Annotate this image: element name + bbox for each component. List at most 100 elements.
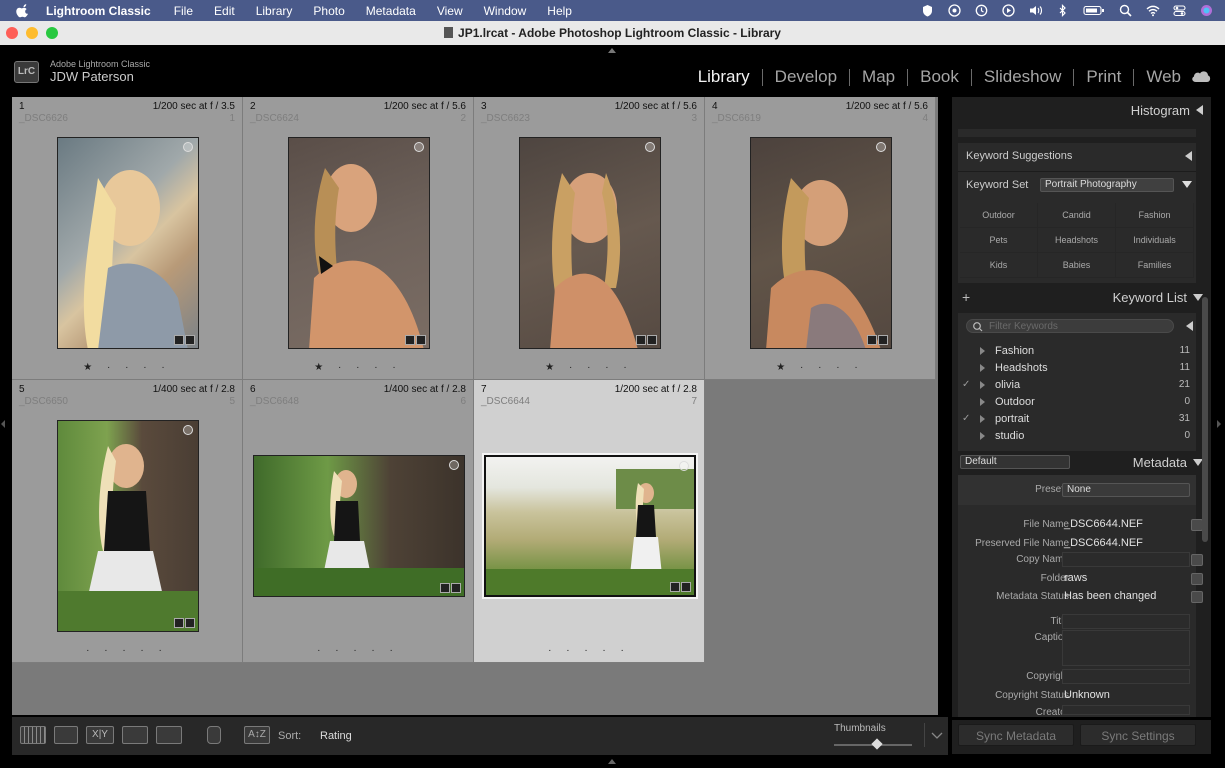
develop-badge-icon[interactable] bbox=[185, 335, 195, 345]
grid-cell[interactable]: 3 1/200 sec at f / 5.6 _DSC6623 3 ★ · · … bbox=[474, 97, 705, 380]
battery-icon[interactable] bbox=[1083, 4, 1105, 17]
photo-thumbnail[interactable] bbox=[750, 137, 892, 349]
develop-badge-icon[interactable] bbox=[185, 618, 195, 628]
expand-keyword-icon[interactable] bbox=[980, 415, 985, 423]
module-web[interactable]: Web bbox=[1146, 67, 1181, 87]
keyword-row[interactable]: ✓ olivia 21 bbox=[958, 377, 1196, 394]
quick-collection-marker[interactable] bbox=[183, 425, 193, 435]
spotlight-icon[interactable] bbox=[1119, 4, 1132, 17]
menu-edit[interactable]: Edit bbox=[214, 4, 235, 18]
close-window-button[interactable] bbox=[6, 27, 18, 39]
title-field[interactable] bbox=[1062, 614, 1190, 629]
grid-view-icon[interactable] bbox=[20, 726, 46, 744]
keyword-set-menu-icon[interactable] bbox=[1182, 181, 1192, 188]
toolbar-content-menu[interactable] bbox=[924, 723, 948, 747]
star-rating[interactable]: · · · · · bbox=[474, 645, 704, 656]
compare-view-icon[interactable]: X|Y bbox=[86, 726, 114, 744]
sort-dropdown[interactable]: Rating bbox=[320, 730, 352, 742]
expand-keyword-icon[interactable] bbox=[980, 347, 985, 355]
keywords-badge-icon[interactable] bbox=[440, 583, 450, 593]
metadata-status-icon[interactable] bbox=[1191, 591, 1203, 603]
keyword-set-button[interactable]: Individuals bbox=[1116, 228, 1194, 253]
develop-badge-icon[interactable] bbox=[647, 335, 657, 345]
develop-badge-icon[interactable] bbox=[451, 583, 461, 593]
photo-thumbnail[interactable] bbox=[57, 137, 199, 349]
filter-menu-icon[interactable] bbox=[1186, 321, 1193, 331]
keyword-set-button[interactable]: Families bbox=[1116, 253, 1194, 278]
keyword-row[interactable]: Headshots 11 bbox=[958, 360, 1196, 377]
cloud-sync-icon[interactable] bbox=[1191, 70, 1211, 82]
minimize-window-button[interactable] bbox=[26, 27, 38, 39]
keywords-badge-icon[interactable] bbox=[174, 335, 184, 345]
preset-dropdown[interactable]: None bbox=[1062, 483, 1190, 497]
expand-keyword-icon[interactable] bbox=[980, 432, 985, 440]
menu-file[interactable]: File bbox=[174, 4, 193, 18]
histogram-header[interactable]: Histogram bbox=[952, 103, 1203, 118]
top-panel-toggle[interactable] bbox=[608, 48, 616, 53]
expand-keyword-icon[interactable] bbox=[980, 381, 985, 389]
menu-metadata[interactable]: Metadata bbox=[366, 4, 416, 18]
people-view-icon[interactable] bbox=[156, 726, 182, 744]
sync-settings-button[interactable]: Sync Settings bbox=[1080, 724, 1196, 746]
survey-view-icon[interactable] bbox=[122, 726, 148, 744]
keyword-set-button[interactable]: Pets bbox=[960, 228, 1038, 253]
keywords-badge-icon[interactable] bbox=[174, 618, 184, 628]
keyword-checkmark-icon[interactable]: ✓ bbox=[962, 379, 970, 390]
keyword-row[interactable]: ✓ portrait 31 bbox=[958, 411, 1196, 428]
keyword-set-dropdown[interactable]: Portrait Photography bbox=[1040, 178, 1174, 192]
menu-photo[interactable]: Photo bbox=[313, 4, 344, 18]
time-machine-icon[interactable] bbox=[975, 4, 988, 17]
menu-library[interactable]: Library bbox=[256, 4, 293, 18]
quick-collection-marker[interactable] bbox=[876, 142, 886, 152]
left-panel-toggle[interactable] bbox=[1, 420, 5, 428]
sort-direction-icon[interactable]: A↕Z bbox=[244, 726, 270, 744]
expand-keyword-icon[interactable] bbox=[980, 364, 985, 372]
loupe-view-icon[interactable] bbox=[54, 726, 78, 744]
module-library[interactable]: Library bbox=[698, 67, 750, 87]
right-panel-scrollbar[interactable] bbox=[1202, 297, 1208, 542]
star-rating[interactable]: ★ · · · · bbox=[705, 362, 935, 373]
apple-menu-icon[interactable] bbox=[16, 3, 30, 18]
wifi-icon[interactable] bbox=[1146, 4, 1160, 17]
develop-badge-icon[interactable] bbox=[681, 582, 691, 592]
copyright-status-dropdown[interactable]: Unknown bbox=[1064, 689, 1110, 701]
quick-collection-marker[interactable] bbox=[679, 461, 689, 471]
copy-name-icon[interactable] bbox=[1191, 554, 1203, 566]
folder-link-icon[interactable] bbox=[1191, 573, 1203, 585]
photo-thumbnail[interactable] bbox=[288, 137, 430, 349]
quick-collection-marker[interactable] bbox=[183, 142, 193, 152]
keyword-set-button[interactable]: Headshots bbox=[1038, 228, 1116, 253]
star-rating[interactable]: · · · · · bbox=[12, 645, 242, 656]
keywords-badge-icon[interactable] bbox=[867, 335, 877, 345]
copyright-field[interactable] bbox=[1062, 669, 1190, 684]
grid-cell-selected[interactable]: 7 1/200 sec at f / 2.8 _DSC6644 7 · · · … bbox=[474, 380, 705, 663]
right-panel-toggle[interactable] bbox=[1217, 420, 1221, 428]
star-rating[interactable]: ★ · · · · bbox=[12, 362, 242, 373]
develop-badge-icon[interactable] bbox=[878, 335, 888, 345]
keyword-set-button[interactable]: Candid bbox=[1038, 203, 1116, 228]
zoom-window-button[interactable] bbox=[46, 27, 58, 39]
keyword-set-button[interactable]: Kids bbox=[960, 253, 1038, 278]
filter-keywords-field[interactable]: Filter Keywords bbox=[966, 319, 1174, 333]
sync-metadata-button[interactable]: Sync Metadata bbox=[958, 724, 1074, 746]
copy-name-field[interactable] bbox=[1062, 552, 1190, 567]
keyword-suggestions-title[interactable]: Keyword Suggestions bbox=[966, 150, 1072, 162]
photo-thumbnail[interactable] bbox=[253, 455, 465, 597]
menu-app-name[interactable]: Lightroom Classic bbox=[46, 4, 151, 18]
module-develop[interactable]: Develop bbox=[775, 67, 837, 87]
menu-view[interactable]: View bbox=[437, 4, 463, 18]
bottom-panel-toggle[interactable] bbox=[608, 759, 616, 764]
keywords-badge-icon[interactable] bbox=[636, 335, 646, 345]
expand-arrow-icon[interactable] bbox=[1185, 151, 1192, 161]
keyword-set-button[interactable]: Babies bbox=[1038, 253, 1116, 278]
keyword-row[interactable]: studio 0 bbox=[958, 428, 1196, 445]
star-rating[interactable]: · · · · · bbox=[243, 645, 473, 656]
keyword-row[interactable]: Fashion 11 bbox=[958, 343, 1196, 360]
grid-cell[interactable]: 5 1/400 sec at f / 2.8 _DSC6650 5 · · · … bbox=[12, 380, 243, 663]
keyword-row[interactable]: Outdoor 0 bbox=[958, 394, 1196, 411]
bluetooth-icon[interactable] bbox=[1056, 4, 1069, 17]
expand-keyword-icon[interactable] bbox=[980, 398, 985, 406]
star-rating[interactable]: ★ · · · · bbox=[474, 362, 704, 373]
control-center-icon[interactable] bbox=[1173, 4, 1186, 17]
menu-help[interactable]: Help bbox=[547, 4, 572, 18]
